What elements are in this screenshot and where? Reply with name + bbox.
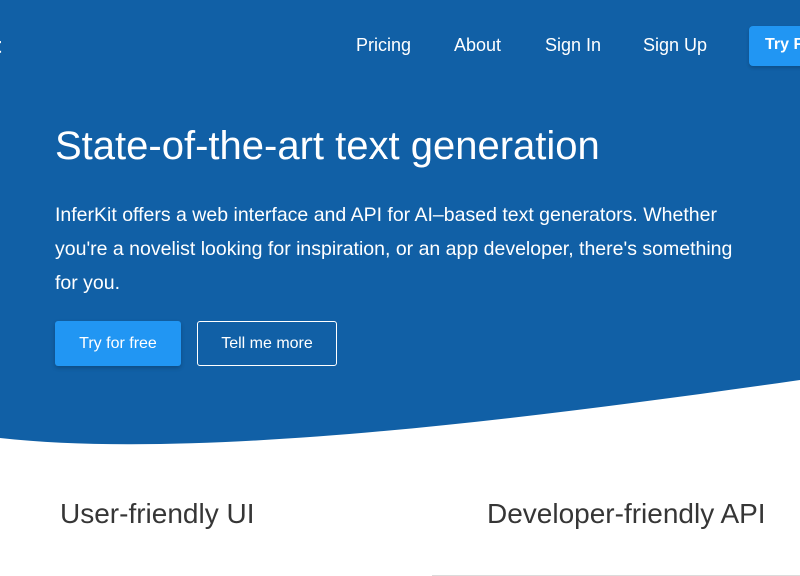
nav-try-free-button[interactable]: Try F	[749, 26, 800, 66]
hero-description: InferKit offers a web interface and API …	[55, 204, 733, 294]
nav-link-sign-up[interactable]: Sign Up	[643, 35, 707, 56]
hero-title: State-of-the-art text generation	[55, 124, 600, 168]
landing-page: t Pricing About Sign In Sign Up Try F St…	[0, 0, 800, 576]
top-navigation: Pricing About Sign In Sign Up	[0, 35, 800, 59]
nav-link-sign-in[interactable]: Sign In	[545, 35, 601, 56]
try-for-free-button[interactable]: Try for free	[55, 321, 181, 366]
hero-section: t Pricing About Sign In Sign Up Try F St…	[0, 0, 800, 460]
nav-link-pricing[interactable]: Pricing	[356, 35, 411, 56]
hero-wave-divider	[0, 380, 800, 460]
feature-title-developer-friendly-api: Developer-friendly API	[487, 498, 766, 529]
tell-me-more-button[interactable]: Tell me more	[197, 321, 337, 366]
nav-link-about[interactable]: About	[454, 35, 501, 56]
feature-title-user-friendly-ui: User-friendly UI	[60, 498, 255, 529]
